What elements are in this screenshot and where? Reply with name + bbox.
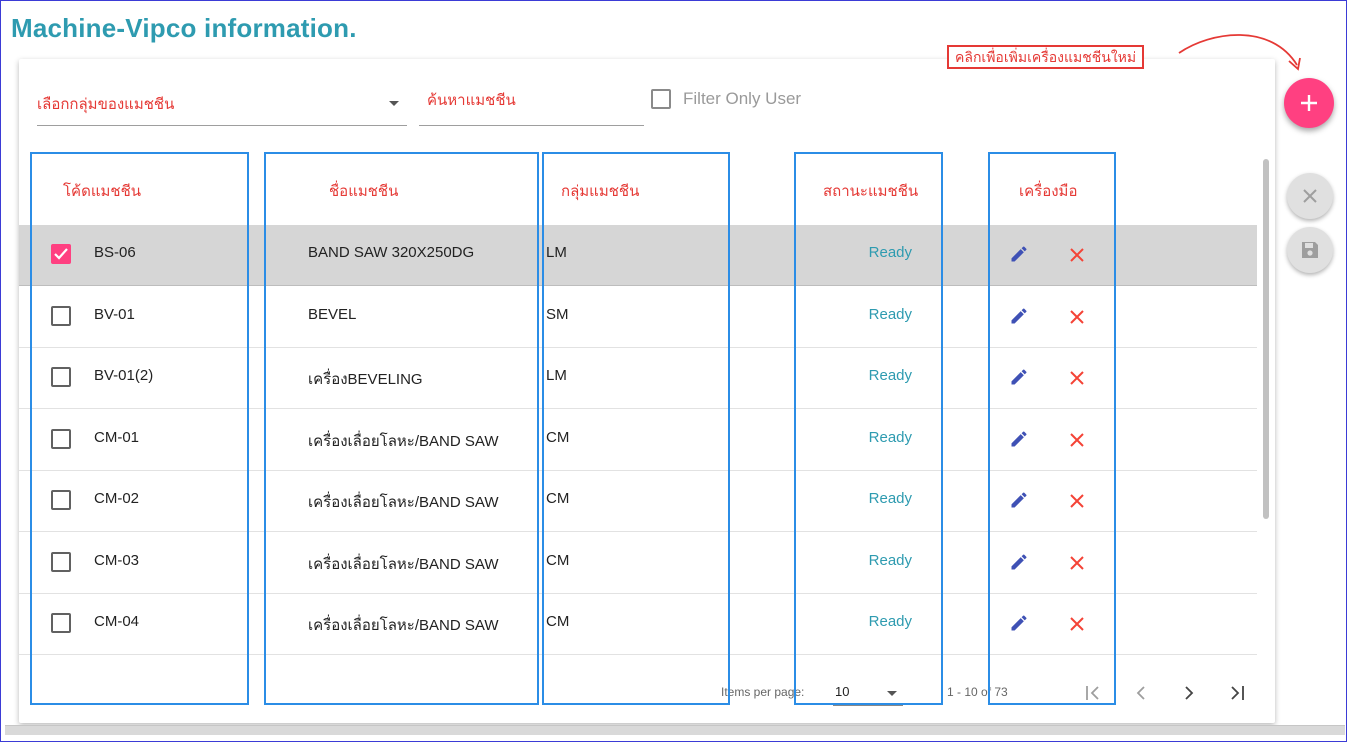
vertical-scrollbar[interactable] bbox=[1263, 159, 1269, 519]
search-field[interactable] bbox=[419, 89, 644, 126]
row-checkbox[interactable] bbox=[51, 367, 71, 387]
add-machine-callout: คลิกเพื่อเพิ่มเครื่องแมชชีนใหม่ bbox=[947, 45, 1145, 69]
first-page-icon bbox=[1086, 686, 1099, 700]
row-checkbox[interactable] bbox=[51, 490, 71, 510]
cell-code: CM-02 bbox=[94, 490, 140, 507]
plus-icon bbox=[1301, 95, 1317, 111]
header-group[interactable]: กลุ่มแมชชีน bbox=[561, 179, 639, 203]
table-row[interactable]: BS-06 BAND SAW 320X250DG LM Ready bbox=[19, 225, 1257, 286]
cell-status: Ready bbox=[868, 428, 912, 446]
cell-name: เครื่องเลื่อยโลหะ/BAND SAW bbox=[308, 432, 499, 450]
search-input[interactable] bbox=[419, 92, 644, 109]
edit-icon[interactable] bbox=[1009, 306, 1029, 326]
chevron-down-icon bbox=[887, 691, 897, 696]
delete-icon[interactable] bbox=[1067, 614, 1087, 634]
cell-name: BEVEL bbox=[308, 305, 357, 323]
cell-name: เครื่องBEVELING bbox=[308, 371, 423, 388]
cell-group: LM bbox=[546, 367, 567, 384]
table-row[interactable]: CM-01 เครื่องเลื่อยโลหะ/BAND SAW CM Read… bbox=[19, 410, 1257, 471]
cell-status: Ready bbox=[868, 613, 912, 630]
edit-icon[interactable] bbox=[1009, 552, 1029, 572]
row-checkbox[interactable] bbox=[51, 613, 71, 633]
edit-icon[interactable] bbox=[1009, 429, 1029, 449]
last-page-button[interactable] bbox=[1225, 681, 1249, 705]
page-title: Machine-Vipco information. bbox=[11, 13, 357, 43]
first-page-button[interactable] bbox=[1081, 681, 1105, 705]
chevron-left-icon bbox=[1136, 686, 1145, 700]
delete-icon[interactable] bbox=[1067, 553, 1087, 573]
cell-group: CM bbox=[546, 551, 570, 569]
machine-group-select[interactable]: เลือกกลุ่มของแมชชีน bbox=[37, 89, 407, 126]
cancel-button[interactable] bbox=[1287, 173, 1333, 219]
table-row[interactable]: CM-02 เครื่องเลื่อยโลหะ/BAND SAW CM Read… bbox=[19, 471, 1257, 532]
header-name[interactable]: ชื่อแมชชีน bbox=[329, 179, 398, 203]
items-per-page-value: 10 bbox=[835, 684, 850, 699]
edit-icon[interactable] bbox=[1009, 367, 1029, 387]
cell-group: CM bbox=[546, 428, 570, 446]
filter-only-user-label: Filter Only User bbox=[683, 89, 802, 108]
machine-group-select-label: เลือกกลุ่มของแมชชีน bbox=[37, 96, 175, 113]
cell-code: BV-01(2) bbox=[94, 367, 154, 384]
table-header: โค้ดแมชชีน ชื่อแมชชีน กลุ่มแมชชีน สถานะแ… bbox=[19, 161, 1257, 225]
row-checkbox[interactable] bbox=[51, 551, 71, 572]
callout-arrow-icon bbox=[1178, 34, 1301, 71]
close-icon bbox=[1303, 189, 1317, 203]
filter-only-user-checkbox[interactable] bbox=[651, 89, 671, 109]
next-page-button[interactable] bbox=[1177, 681, 1201, 705]
cell-group: SM bbox=[546, 305, 569, 323]
row-checkbox[interactable] bbox=[51, 305, 71, 326]
cell-status: Ready bbox=[868, 551, 912, 569]
edit-icon[interactable] bbox=[1009, 244, 1029, 264]
previous-page-button[interactable] bbox=[1129, 681, 1153, 705]
table-row[interactable]: BV-01 BEVEL SM Ready bbox=[19, 287, 1257, 348]
cell-status: Ready bbox=[868, 244, 912, 261]
table-row[interactable]: CM-03 เครื่องเลื่อยโลหะ/BAND SAW CM Read… bbox=[19, 533, 1257, 594]
row-checkbox[interactable] bbox=[51, 244, 71, 264]
delete-icon[interactable] bbox=[1067, 491, 1087, 511]
items-per-page-select[interactable]: 10 bbox=[833, 681, 903, 706]
header-tools: เครื่องมือ bbox=[1019, 183, 1078, 200]
row-checkbox[interactable] bbox=[51, 428, 71, 449]
cell-code: CM-04 bbox=[94, 613, 140, 630]
edit-icon[interactable] bbox=[1009, 490, 1029, 510]
chevron-down-icon bbox=[389, 101, 399, 106]
header-status[interactable]: สถานะแมชชีน bbox=[823, 179, 918, 203]
last-page-icon bbox=[1231, 686, 1244, 700]
cell-group: CM bbox=[546, 490, 570, 507]
edit-icon[interactable] bbox=[1009, 613, 1029, 633]
cell-code: BV-01 bbox=[94, 305, 135, 323]
cell-name: เครื่องเลื่อยโลหะ/BAND SAW bbox=[308, 494, 499, 511]
delete-icon[interactable] bbox=[1067, 368, 1087, 388]
check-icon bbox=[54, 248, 68, 260]
cell-code: CM-03 bbox=[94, 551, 140, 569]
horizontal-scrollbar[interactable] bbox=[5, 725, 1345, 735]
save-icon bbox=[1302, 242, 1318, 258]
cell-code: CM-01 bbox=[94, 428, 140, 446]
cell-status: Ready bbox=[868, 367, 912, 384]
table-row[interactable]: BV-01(2) เครื่องBEVELING LM Ready bbox=[19, 348, 1257, 409]
cell-group: LM bbox=[546, 244, 567, 261]
cell-name: BAND SAW 320X250DG bbox=[308, 244, 475, 261]
delete-icon[interactable] bbox=[1067, 430, 1087, 450]
cell-code: BS-06 bbox=[94, 244, 136, 261]
cell-name: เครื่องเลื่อยโลหะ/BAND SAW bbox=[308, 617, 499, 634]
delete-icon[interactable] bbox=[1067, 307, 1087, 327]
cell-status: Ready bbox=[868, 305, 912, 323]
cell-group: CM bbox=[546, 613, 570, 630]
delete-icon[interactable] bbox=[1067, 245, 1087, 265]
table-row[interactable]: CM-04 เครื่องเลื่อยโลหะ/BAND SAW CM Read… bbox=[19, 594, 1257, 655]
save-button[interactable] bbox=[1287, 227, 1333, 273]
chevron-right-icon bbox=[1185, 686, 1194, 700]
range-label: 1 - 10 of 73 bbox=[947, 685, 1008, 699]
header-code[interactable]: โค้ดแมชชีน bbox=[63, 179, 141, 203]
cell-name: เครื่องเลื่อยโลหะ/BAND SAW bbox=[308, 555, 499, 573]
cell-status: Ready bbox=[868, 490, 912, 507]
items-per-page-label: Items per page: bbox=[721, 685, 805, 699]
